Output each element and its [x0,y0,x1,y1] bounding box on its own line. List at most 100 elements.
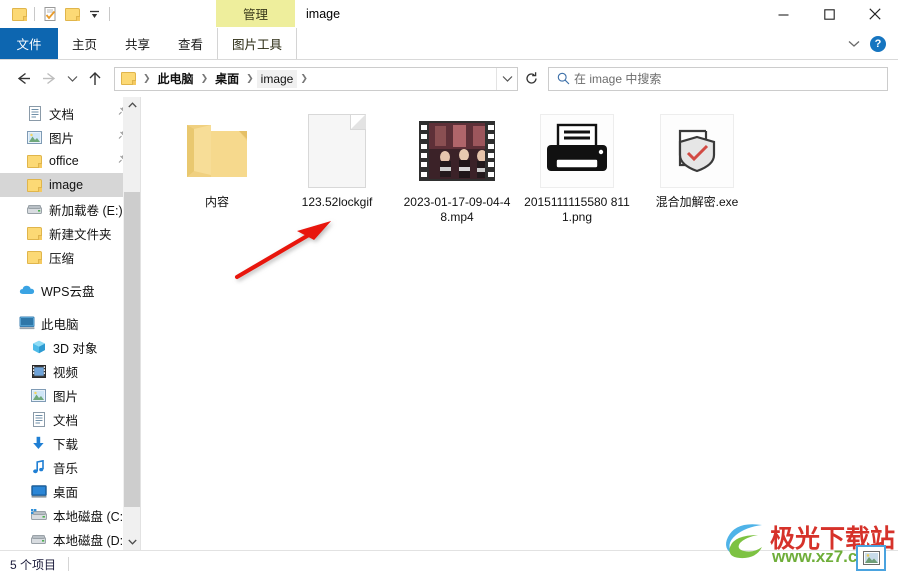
sidebar-item-label: 压缩 [49,251,75,266]
sidebar-item-label: image [49,178,84,192]
items-grid: 内容 123.52lockgif 2023-01-17-09-04-48.mp4… [141,97,898,237]
sidebar-item-3d-objects[interactable]: 3D 对象 [0,335,140,359]
sidebar-item-downloads[interactable]: 下载 [0,431,140,455]
status-bar: 5 个项目 [0,550,898,577]
sidebar-item-label: 此电脑 [41,317,79,332]
sidebar-item-local-disk-c[interactable]: 本地磁盘 (C:) [0,503,140,527]
scrollbar-thumb[interactable] [124,192,140,507]
navigation-pane: 文档 图片 office image 新加载卷 (E:) 新建文件夹 压缩 WP… [0,97,140,550]
sidebar-item-pictures[interactable]: 图片 [0,383,140,407]
item-label: 123.52lockgif [301,195,373,209]
minimize-button[interactable] [760,0,806,28]
sidebar-item-label: 视频 [53,365,79,380]
address-dropdown-icon[interactable] [496,67,517,90]
breadcrumb-separator: ❯ [143,73,151,83]
tab-share[interactable]: 共享 [111,28,164,59]
sidebar-item-pictures-quick[interactable]: 图片 [0,125,140,149]
drive-icon [26,201,43,217]
scroll-up-icon[interactable] [124,97,140,113]
system-drive-icon [30,507,47,523]
shield-check-icon [659,113,735,189]
tab-picture-tools[interactable]: 图片工具 [217,28,298,59]
sidebar-item-this-pc[interactable]: 此电脑 [0,311,140,335]
properties-icon[interactable] [39,3,61,25]
sidebar-item-label: 下载 [53,437,79,452]
tab-home[interactable]: 主页 [58,28,111,59]
customize-dropdown-icon[interactable] [83,3,105,25]
help-icon[interactable]: ? [870,35,886,52]
back-button[interactable] [10,66,36,92]
address-toolbar: ❯ 此电脑 ❯ 桌面 ❯ image ❯ 在 image 中搜索 [0,60,898,97]
document-icon [26,105,43,121]
breadcrumb-separator: ❯ [200,73,209,83]
quick-access-toolbar [0,0,114,28]
collapse-ribbon-icon[interactable] [848,37,860,51]
breadcrumb-item-image[interactable]: image [256,69,298,88]
file-explorer-window: 管理 image 文件 主页 共享 查看 图片工具 ? ❯ 此电脑 ❯ 桌面 ❯… [0,0,898,577]
close-button[interactable] [852,0,898,28]
file-list-view[interactable]: 内容 123.52lockgif 2023-01-17-09-04-48.mp4… [141,97,898,550]
sidebar-item-videos[interactable]: 视频 [0,359,140,383]
desktop-icon [30,483,47,499]
contextual-tab-group-label: 管理 [216,0,295,27]
folder-icon [26,153,43,169]
maximize-button[interactable] [806,0,852,28]
divider [34,7,35,21]
breadcrumb[interactable]: ❯ 此电脑 ❯ 桌面 ❯ image ❯ [114,66,518,91]
divider [109,7,110,21]
scroll-down-icon[interactable] [124,534,140,550]
downloads-icon [30,435,47,451]
sidebar-item-documents[interactable]: 文档 [0,407,140,431]
video-thumbnail-icon [419,113,495,189]
status-divider [68,557,70,571]
sidebar-item-office[interactable]: office [0,149,140,173]
3d-objects-icon [30,339,47,355]
this-pc-icon [18,315,35,331]
sidebar-item-label: 3D 对象 [53,341,98,356]
search-input[interactable]: 在 image 中搜索 [574,70,661,87]
sidebar-item-image[interactable]: image [0,173,140,197]
sidebar-item-new-volume-e[interactable]: 新加载卷 (E:) [0,197,140,221]
sidebar-item-local-disk-d[interactable]: 本地磁盘 (D:) [0,527,140,550]
sidebar-scrollbar[interactable] [123,97,140,550]
tab-file[interactable]: 文件 [0,28,58,59]
sidebar-item-label: WPS云盘 [41,284,95,299]
folder-icon [26,225,43,241]
list-item[interactable]: 混合加解密.exe [637,107,757,237]
sidebar-item-music[interactable]: 音乐 [0,455,140,479]
item-label: 混合加解密.exe [655,195,739,209]
cloud-icon [18,282,35,298]
sidebar-item-compressed[interactable]: 压缩 [0,245,140,269]
window-controls [760,0,898,28]
sidebar-item-label: 文档 [49,107,75,122]
sidebar-item-label: 新加载卷 (E:) [49,203,123,218]
search-box[interactable]: 在 image 中搜索 [548,66,888,91]
sidebar-item-documents-quick[interactable]: 文档 [0,101,140,125]
sidebar-item-wps-cloud[interactable]: WPS云盘 [0,278,140,302]
folder-icon[interactable] [8,3,30,25]
folder-icon [179,113,255,189]
pictures-icon [26,129,43,145]
refresh-button[interactable] [518,67,544,91]
breadcrumb-item-desktop[interactable]: 桌面 [211,68,243,89]
list-item[interactable]: 123.52lockgif [277,107,397,237]
document-icon [30,411,47,427]
recent-locations-icon[interactable] [62,66,82,92]
breadcrumb-item-this-pc[interactable]: 此电脑 [154,68,198,89]
printer-image-thumbnail-icon [539,113,615,189]
list-item[interactable]: 2023-01-17-09-04-48.mp4 [397,107,517,237]
list-item[interactable]: 2015111115580 8111.png [517,107,637,237]
sidebar-item-new-folder[interactable]: 新建文件夹 [0,221,140,245]
sidebar-item-label: 桌面 [53,485,79,500]
music-icon [30,459,47,475]
breadcrumb-separator: ❯ [246,73,254,83]
up-button[interactable] [82,66,108,92]
list-item[interactable]: 内容 [157,107,277,237]
tab-view[interactable]: 查看 [164,28,217,59]
new-folder-icon[interactable] [61,3,83,25]
videos-icon [30,363,47,379]
sidebar-item-desktop[interactable]: 桌面 [0,479,140,503]
pictures-icon [30,387,47,403]
